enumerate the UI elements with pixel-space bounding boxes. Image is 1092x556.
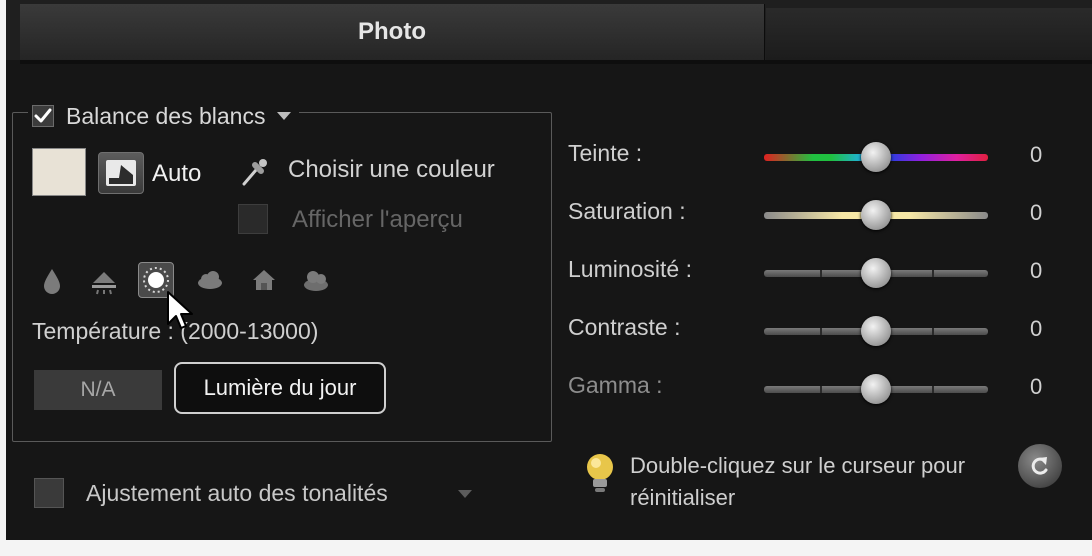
white-balance-dropdown-icon[interactable] (277, 112, 292, 120)
slider-value-saturation: 0 (1030, 200, 1043, 225)
slider-value-teinte: 0 (1030, 142, 1043, 167)
slider-label-luminosite: Luminosité : (568, 256, 693, 282)
tab-next[interactable] (766, 8, 1092, 60)
preset-fluorescent[interactable] (86, 262, 122, 298)
slider-label-contraste: Contraste : (568, 314, 681, 340)
temperature-value: N/A (80, 378, 116, 401)
tab-divider (20, 60, 1092, 64)
pick-color-label[interactable]: Choisir une couleur (288, 156, 495, 184)
tooltip-text: Lumière du jour (203, 375, 357, 400)
auto-label: Auto (152, 160, 202, 187)
slider-value-luminosite: 0 (1030, 258, 1043, 283)
shade-house-icon (253, 270, 275, 290)
tab-photo[interactable]: Photo (20, 4, 765, 60)
show-preview-label: Afficher l'aperçu (292, 206, 463, 233)
auto-tone-dropdown-icon[interactable] (458, 490, 472, 498)
preset-candle[interactable] (34, 262, 70, 298)
overcast-icon (304, 271, 328, 291)
slider-thumb-contraste[interactable] (861, 316, 891, 346)
auto-tone-checkbox[interactable] (34, 478, 64, 508)
mouse-cursor-icon (167, 291, 193, 329)
tab-photo-label: Photo (358, 18, 426, 45)
slider-thumb-gamma[interactable] (861, 374, 891, 404)
lightbulb-icon (587, 454, 613, 492)
white-balance-label: Balance des blancs (66, 102, 266, 129)
slider-row-teinte: Teinte : 0 (568, 136, 1068, 176)
cloud-icon (198, 271, 222, 289)
candle-icon (44, 269, 60, 294)
auto-white-balance-button[interactable] (98, 152, 144, 194)
tooltip: Lumière du jour (174, 362, 386, 414)
slider-thumb-teinte[interactable] (861, 142, 891, 172)
slider-value-gamma: 0 (1030, 374, 1043, 399)
show-preview-checkbox[interactable] (238, 204, 268, 234)
auto-balance-icon (106, 160, 136, 186)
temperature-value-field[interactable]: N/A (34, 370, 162, 410)
auto-tone-label: Ajustement auto des tonalités (86, 480, 388, 506)
slider-tick (932, 270, 934, 277)
slider-label-saturation: Saturation : (568, 198, 686, 224)
preset-overcast[interactable] (298, 262, 334, 298)
checkmark-icon (34, 108, 52, 123)
slider-tick (820, 270, 822, 277)
fluorescent-lamp-icon (92, 272, 116, 295)
slider-row-luminosite: Luminosité : 0 (568, 252, 1068, 292)
reset-button[interactable] (1018, 444, 1062, 488)
slider-value-contraste: 0 (1030, 316, 1043, 341)
slider-row-gamma: Gamma : 0 (568, 368, 1068, 408)
slider-tick (932, 328, 934, 335)
white-balance-checkbox[interactable] (32, 105, 54, 127)
white-balance-color-swatch[interactable] (32, 148, 86, 196)
slider-label-teinte: Teinte : (568, 140, 643, 166)
slider-label-gamma: Gamma : (568, 372, 663, 398)
preset-shade[interactable] (246, 262, 282, 298)
slider-tick (820, 386, 822, 393)
tab-bar: Photo (6, 0, 1092, 60)
slider-thumb-luminosite[interactable] (861, 258, 891, 288)
reset-hint-text: Double-cliquez sur le curseur pour réini… (630, 453, 966, 510)
reset-icon (1031, 457, 1048, 475)
slider-row-saturation: Saturation : 0 (568, 194, 1068, 234)
slider-tick (932, 386, 934, 393)
eyedropper-icon[interactable] (238, 156, 270, 188)
white-balance-header: Balance des blancs (28, 98, 300, 134)
preset-cloudy[interactable] (192, 262, 228, 298)
slider-thumb-saturation[interactable] (861, 200, 891, 230)
slider-tick (820, 328, 822, 335)
slider-row-contraste: Contraste : 0 (568, 310, 1068, 350)
